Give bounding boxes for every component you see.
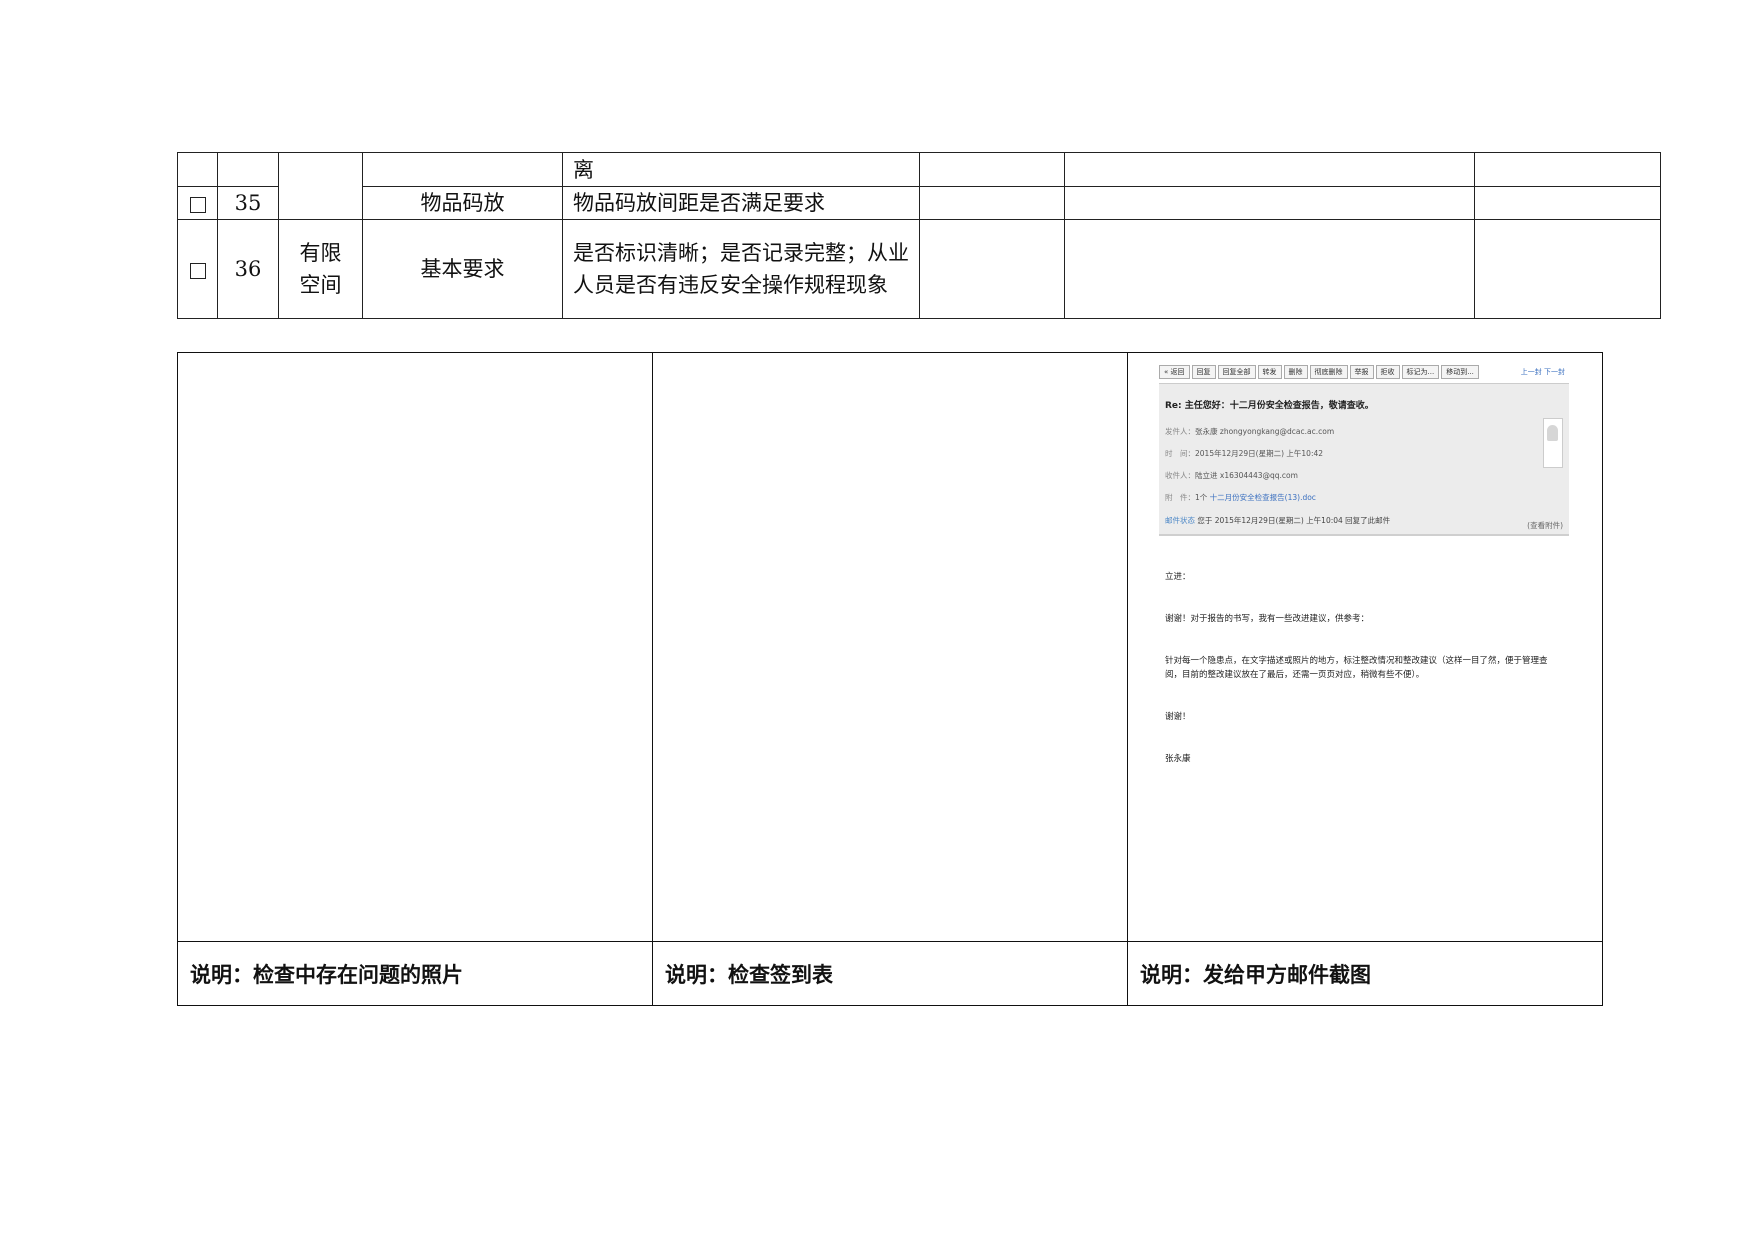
email-meta: 发件人：张永康 zhongyongkang@dcac.ac.com 时 间：20… (1165, 427, 1335, 502)
email-from: 张永康 zhongyongkang@dcac.ac.com (1195, 427, 1335, 436)
checklist-table: 离 35 物品码放 物品码放间距是否满足要求 36 有限 空间 基本要求 是否标… (177, 152, 1661, 319)
row-number: 35 (217, 186, 279, 220)
row-remark (1064, 152, 1475, 187)
table-row: 35 物品码放 物品码放间距是否满足要求 (177, 186, 1661, 220)
email-to: 陆立进 x16304443@qq.com (1195, 471, 1298, 480)
email-screenshot-area: « 返回 回复 回复全部 转发 删除 彻底删除 举报 拒收 标记为... 移动到… (1127, 352, 1603, 942)
prev-next-links: 上一封 下一封 (1520, 368, 1565, 376)
row-item: 物品码放间距是否满足要求 (562, 186, 920, 220)
row-item: 离 (562, 152, 920, 187)
row-checkbox[interactable] (189, 196, 206, 213)
sign-in-sheet-caption: 说明：检查签到表 (652, 941, 1128, 1006)
back-button: « 返回 (1159, 365, 1190, 379)
row-result (919, 219, 1065, 319)
row-subcategory: 基本要求 (362, 219, 563, 319)
reply-all-button: 回复全部 (1217, 365, 1256, 379)
mark-as-button: 标记为... (1401, 365, 1440, 379)
photo-table: « 返回 回复 回复全部 转发 删除 彻底删除 举报 拒收 标记为... 移动到… (177, 352, 1603, 1006)
email-paragraph: 谢谢！对于报告的书写，我有一些改进建议，供参考： (1165, 614, 1370, 624)
email-thanks: 谢谢！ (1165, 712, 1191, 722)
row-category: 有限 空间 (278, 219, 363, 319)
email-greeting: 立进： (1165, 572, 1191, 582)
email-status: 邮件状态 您于 2015年12月29日(星期二) 上午10:04 回复了此邮件 (1165, 516, 1391, 525)
email-paragraph: 针对每一个隐患点，在文字描述或照片的地方，标注整改情况和整改建议（这样一目了然，… (1165, 656, 1548, 680)
view-attachment-link: (查看附件) (1527, 521, 1563, 530)
row-subcategory (362, 152, 563, 187)
row-remark (1064, 219, 1475, 319)
reply-button: 回复 (1191, 365, 1216, 379)
problem-photo-area (177, 352, 653, 942)
email-signature: 张永康 (1165, 754, 1191, 764)
email-body: 立进： 谢谢！对于报告的书写，我有一些改进建议，供参考： 针对每一个隐患点，在文… (1159, 536, 1569, 766)
row-item: 是否标识清晰；是否记录完整；从业人员是否有违反安全操作规程现象 (562, 219, 920, 319)
row-subcategory: 物品码放 (362, 186, 563, 220)
row-checkbox[interactable] (189, 262, 206, 279)
delete-permanently-button: 彻底删除 (1309, 365, 1348, 379)
row-extra (1474, 219, 1661, 319)
email-screenshot-caption: 说明：发给甲方邮件截图 (1127, 941, 1603, 1006)
email-header: Re: 主任您好：十二月份安全检查报告，敬请查收。 发件人：张永康 zhongy… (1159, 384, 1569, 536)
row-number (217, 152, 279, 187)
row-remark (1064, 186, 1475, 220)
avatar-icon (1547, 425, 1558, 441)
email-time: 2015年12月29日(星期二) 上午10:42 (1195, 449, 1324, 458)
row-extra (1474, 186, 1661, 220)
report-button: 举报 (1349, 365, 1374, 379)
row-result (919, 186, 1065, 220)
table-row: 离 (177, 152, 1661, 220)
row-extra (1474, 152, 1661, 187)
avatar (1543, 418, 1563, 468)
delete-button: 删除 (1283, 365, 1308, 379)
email-subject: Re: 主任您好：十二月份安全检查报告，敬请查收。 (1165, 401, 1374, 411)
table-row: 36 有限 空间 基本要求 是否标识清晰；是否记录完整；从业人员是否有违反安全操… (177, 219, 1661, 319)
move-to-button: 移动到... (1441, 365, 1479, 379)
sign-in-sheet-area (652, 352, 1128, 942)
row-number: 36 (217, 219, 279, 319)
row-result (919, 152, 1065, 187)
attachment-link: 十二月份安全检查报告(13).doc (1209, 493, 1316, 502)
row-category (278, 152, 363, 220)
reject-button: 拒收 (1375, 365, 1400, 379)
forward-button: 转发 (1257, 365, 1282, 379)
email-toolbar: « 返回 回复 回复全部 转发 删除 彻底删除 举报 拒收 标记为... 移动到… (1159, 361, 1569, 384)
email-screenshot: « 返回 回复 回复全部 转发 删除 彻底删除 举报 拒收 标记为... 移动到… (1159, 361, 1569, 794)
problem-photo-caption: 说明：检查中存在问题的照片 (177, 941, 653, 1006)
